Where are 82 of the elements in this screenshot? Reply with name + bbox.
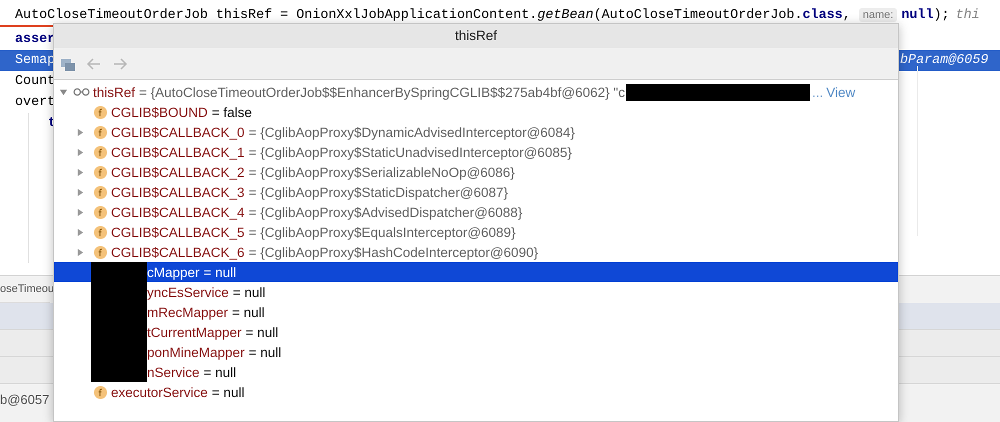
tree-row[interactable]: CGLIB$CALLBACK_1 = {CglibAopProxy$StaticUnadvisedInterceptor@6085} — [54, 142, 898, 162]
tree-row[interactable]: nService = null — [54, 362, 898, 382]
tree-row[interactable]: executorService = null — [54, 382, 898, 402]
field-value: = {CglibAopProxy$HashCodeInterceptor@6090} — [248, 244, 538, 260]
field-value: = null — [212, 384, 244, 400]
field-value: = null — [248, 344, 282, 360]
tree-row[interactable]: tCurrentMapper = null — [54, 322, 898, 342]
code-text: Semap — [15, 53, 56, 68]
variable-value: = {AutoCloseTimeoutOrderJob$$EnhancerBySpringCGLIB$$275ab4bf@6062} "c — [139, 84, 625, 100]
tree-row[interactable]: CGLIB$CALLBACK_0 = {CglibAopProxy$DynamicAdvisedInterceptor@6084} — [54, 122, 898, 142]
field-name: CGLIB$CALLBACK_3 — [111, 184, 245, 200]
field-name: tCurrentMapper — [147, 324, 242, 340]
variable-name: thisRef — [93, 84, 136, 100]
field-name: CGLIB$BOUND — [111, 104, 208, 120]
field-name: yncEsService — [147, 284, 229, 300]
tree-row[interactable]: CGLIB$BOUND = false — [54, 102, 898, 122]
field-icon — [94, 106, 107, 118]
field-value: = {CglibAopProxy$DynamicAdvisedInterceptor@6084} — [248, 124, 575, 140]
keyword: null — [901, 8, 934, 23]
popup-title: thisRef — [54, 24, 898, 48]
tree-row[interactable]: ponMineMapper = null — [54, 342, 898, 362]
expand-arrow-icon[interactable] — [76, 248, 85, 256]
expand-arrow-icon[interactable] — [76, 228, 85, 236]
field-name: CGLIB$CALLBACK_1 — [111, 144, 245, 160]
code-text: (AutoCloseTimeoutOrderJob. — [594, 8, 803, 23]
glasses-icon — [73, 87, 90, 97]
comment-text: thi — [956, 8, 980, 23]
field-name: mRecMapper — [147, 304, 228, 320]
field-value: = null — [204, 264, 236, 280]
method-name: getBean — [537, 8, 594, 23]
code-text: AutoCloseTimeoutOrderJob thisRef = OnionXxlJobApplicationContent. — [15, 8, 538, 23]
field-icon — [94, 186, 107, 198]
field-name: CGLIB$CALLBACK_5 — [111, 224, 245, 240]
field-value: = null — [246, 324, 278, 340]
field-icon — [94, 146, 107, 158]
code-text: , — [842, 8, 852, 23]
field-icon — [94, 166, 107, 178]
ellipsis-text: ... — [812, 84, 824, 100]
field-icon — [94, 246, 107, 258]
expand-arrow-icon[interactable] — [76, 168, 85, 176]
tree-row[interactable]: CGLIB$CALLBACK_5 = {CglibAopProxy$EqualsInterceptor@6089} — [54, 222, 898, 242]
field-icon — [94, 226, 107, 238]
field-name: executorService — [111, 384, 208, 400]
field-name: CGLIB$CALLBACK_4 — [111, 204, 245, 220]
tree-row[interactable]: yncEsService = null — [54, 282, 898, 302]
tree-row[interactable]: CGLIB$CALLBACK_2 = {CglibAopProxy$SerializableNoOp@6086} — [54, 162, 898, 182]
field-icon — [94, 126, 107, 138]
field-value: = {CglibAopProxy$SerializableNoOp@6086} — [248, 164, 515, 180]
expand-arrow-icon[interactable] — [59, 88, 68, 96]
tree-row[interactable]: CGLIB$CALLBACK_4 = {CglibAopProxy$AdvisedDispatcher@6088} — [54, 202, 898, 222]
parameter-hint: name: — [858, 8, 898, 22]
tree-row[interactable]: mRecMapper = null — [54, 302, 898, 322]
expand-arrow-icon[interactable] — [76, 128, 85, 136]
tree-row[interactable]: CGLIB$CALLBACK_3 = {CglibAopProxy$StaticDispatcher@6087} — [54, 182, 898, 202]
code-text: overt — [15, 95, 56, 110]
field-name: cMapper — [147, 264, 200, 280]
expand-arrow-icon[interactable] — [76, 148, 85, 156]
field-name: nService — [147, 364, 200, 380]
code-text: Count — [15, 74, 56, 89]
variable-text: b@6057 — [0, 392, 50, 407]
field-value: = false — [212, 104, 252, 120]
field-value: = {CglibAopProxy$StaticDispatcher@6087} — [248, 184, 508, 200]
field-value: = {CglibAopProxy$EqualsInterceptor@6089} — [248, 224, 516, 240]
field-value: = null — [232, 284, 266, 300]
keyword: class — [802, 8, 843, 23]
expand-arrow-icon[interactable] — [76, 188, 85, 196]
field-value: = null — [204, 364, 236, 380]
inline-value: bParam@6059 — [900, 52, 988, 70]
field-value: = {CglibAopProxy$AdvisedDispatcher@6088} — [248, 204, 522, 220]
tree-row[interactable]: CGLIB$CALLBACK_6 = {CglibAopProxy$HashCodeInterceptor@6090} — [54, 242, 898, 262]
field-icon — [94, 386, 107, 398]
field-name: CGLIB$CALLBACK_6 — [111, 244, 245, 260]
field-name: CGLIB$CALLBACK_0 — [111, 124, 245, 140]
field-value: = {CglibAopProxy$StaticUnadvisedInterceptor@6085} — [248, 144, 572, 160]
field-value: = null — [232, 304, 265, 320]
selected-row[interactable]: cMapper = null — [54, 262, 898, 282]
field-icon — [94, 206, 107, 218]
expand-arrow-icon[interactable] — [76, 208, 85, 216]
field-name: CGLIB$CALLBACK_2 — [111, 164, 245, 180]
keyword: asser — [15, 32, 56, 47]
field-name: ponMineMapper — [147, 344, 245, 360]
code-text: ); — [934, 8, 950, 23]
